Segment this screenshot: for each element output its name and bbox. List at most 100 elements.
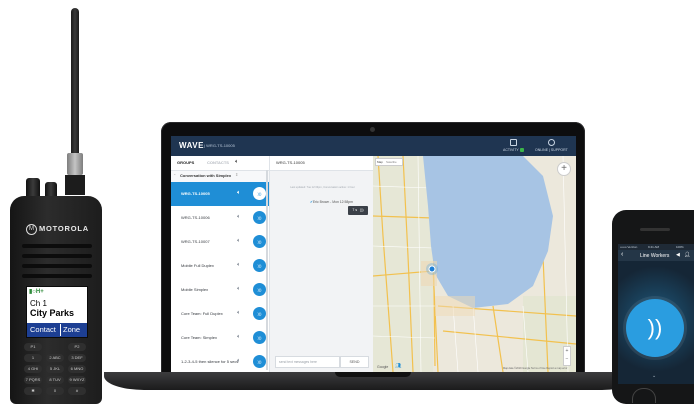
chat-system-note: Last updated: Tue 12:33pm, Conversation … <box>290 186 355 189</box>
conversation-header[interactable]: ⌃ Conversation with Simplex ⇕ <box>171 170 269 182</box>
softkey-divider <box>60 324 61 336</box>
radio-key[interactable]: # <box>68 387 86 395</box>
send-button[interactable]: SEND <box>340 356 369 368</box>
group-row[interactable]: 1-2-3-4-5 then silence for 5 secs 🔈︎))) <box>171 350 269 372</box>
radio-key[interactable]: 9 WXYZ <box>68 376 86 384</box>
radio-key[interactable]: P1 <box>24 343 42 351</box>
group-row[interactable]: WRG-TS-10006 🔈︎))) <box>171 206 269 231</box>
group-ptt-icon[interactable]: ))) <box>253 187 266 200</box>
message-placeholder: send text messages here <box>279 360 317 364</box>
chat-message-text: Eric Brown - Mon 12:58pm <box>312 200 353 204</box>
radio-key[interactable]: 5 JKL <box>46 365 64 373</box>
radio-display: ▮○H+ Ch 1 City Parks Contact Zone <box>26 286 88 338</box>
chat-title: WRG-TS-10005 <box>276 160 305 165</box>
zoom-control[interactable]: + − <box>563 346 571 366</box>
group-volume-icon[interactable]: 🔈︎ <box>237 286 241 293</box>
scrollbar[interactable] <box>266 170 268 370</box>
map-view[interactable]: Map Satellite + + − Google 👥︎ Map data ©2… <box>373 156 576 372</box>
group-row[interactable]: WRG-TS-10007 🔈︎))) <box>171 230 269 255</box>
group-name: WRG-TS-10006 <box>181 215 210 220</box>
group-volume-icon[interactable]: 🔈︎ <box>237 358 241 365</box>
radio-key[interactable]: 0 <box>46 387 64 395</box>
group-row[interactable]: WRG-TS-10005 🔈︎))) <box>171 182 269 207</box>
chevron-down-icon[interactable]: ⌄ <box>652 373 656 379</box>
radio-antenna-ring <box>67 153 83 175</box>
group-ptt-icon[interactable]: ))) <box>253 307 266 320</box>
support-button[interactable]: ONLINE | SUPPORT <box>535 139 568 152</box>
group-row[interactable]: Mobile Full Duplex 🔈︎))) <box>171 254 269 279</box>
push-to-talk-button[interactable]: )) <box>626 299 684 357</box>
radio-key[interactable]: 6 MNO <box>68 365 86 373</box>
group-volume-icon[interactable]: 🔈︎ <box>237 214 241 221</box>
group-ptt-icon[interactable]: ))) <box>253 211 266 224</box>
volume-icon[interactable]: 🔈︎ <box>235 159 239 166</box>
carrier: •••oo Verizon <box>620 245 638 249</box>
softkey-contact[interactable]: Contact <box>30 325 56 334</box>
radio-key[interactable]: 8 TUV <box>46 376 64 384</box>
group-volume-icon[interactable]: 🔈︎ <box>237 310 241 317</box>
phone-earpiece <box>640 228 670 231</box>
radio-key[interactable]: ✱ <box>24 387 42 395</box>
group-volume-icon[interactable]: 🔈︎ <box>237 190 241 197</box>
collapse-icon: ⌃ <box>173 173 177 178</box>
softkey-zone[interactable]: Zone <box>63 325 80 334</box>
group-name: Mobile Simplex <box>181 287 209 292</box>
message-input[interactable]: send text messages here <box>275 356 340 368</box>
activity-button[interactable]: ACTIVITY <box>503 139 524 153</box>
group-row[interactable]: Core Team: Simplex 🔈︎))) <box>171 326 269 351</box>
tab-groups[interactable]: GROUPS <box>177 160 194 165</box>
group-row[interactable]: Core Team: Full Duplex 🔈︎))) <box>171 302 269 327</box>
map-type-map[interactable]: Map <box>377 160 383 164</box>
speaker-icon[interactable]: ◀︎ <box>676 252 680 258</box>
play-voice-icon: ))) <box>360 208 364 212</box>
radio-channel: Ch 1 <box>30 299 47 308</box>
wave-app-screen: WAVE | WRG-TS-10005 ACTIVITY ONLINE | SU… <box>171 136 576 372</box>
group-row[interactable]: Mobile Simplex 🔈︎))) <box>171 278 269 303</box>
map-type-satellite[interactable]: Satellite <box>386 160 397 164</box>
group-ptt-icon[interactable]: ))) <box>253 355 266 368</box>
group-volume-icon[interactable]: 🔈︎ <box>237 334 241 341</box>
group-ptt-icon[interactable]: ))) <box>253 259 266 272</box>
radio-speaker-grille <box>22 274 92 278</box>
radio-key[interactable]: 4 GHI <box>24 365 42 373</box>
group-ptt-icon[interactable]: ))) <box>253 235 266 248</box>
wave-logo[interactable]: WAVE <box>179 141 204 150</box>
group-ptt-icon[interactable]: ))) <box>253 283 266 296</box>
map-canvas <box>373 156 576 372</box>
wave-header-subtitle: | WRG-TS-10005 <box>204 143 235 148</box>
people-icon[interactable]: 👥︎ <box>395 363 401 369</box>
laptop-notch <box>335 372 411 377</box>
map-type-toggle[interactable]: Map Satellite <box>375 158 403 166</box>
zoom-in-button[interactable]: + <box>557 162 571 176</box>
activity-label: ACTIVITY <box>503 148 519 152</box>
phone-home-button[interactable] <box>632 388 656 403</box>
phone-screen: •••oo Verizon 9:41 AM 100% ‹ Line Worker… <box>618 244 694 384</box>
add-user-icon[interactable]: 👤︎ <box>684 252 690 258</box>
radio-status-icons: ▮○H+ <box>29 289 44 295</box>
google-logo: Google <box>377 365 389 369</box>
group-volume-icon[interactable]: 🔈︎ <box>237 238 241 245</box>
map-credit[interactable]: Map data ©2019 Google Terms of Use Repor… <box>503 367 567 370</box>
tab-contacts[interactable]: CONTACTS <box>207 160 229 165</box>
phone-nav-bar: ‹ Line Workers ◀︎ 👤︎ <box>618 250 694 261</box>
chat-header: WRG-TS-10005 <box>270 156 373 171</box>
radio-antenna <box>71 8 79 158</box>
motorola-logo-icon: M <box>26 224 37 235</box>
sort-icon[interactable]: ⇕ <box>235 172 238 177</box>
radio-key[interactable]: 3 DEF <box>68 354 86 362</box>
status-green-icon <box>519 148 524 153</box>
radio-key[interactable]: 1 <box>24 354 42 362</box>
radio-speaker-grille <box>22 244 92 248</box>
group-ptt-icon[interactable]: ))) <box>253 331 266 344</box>
group-volume-icon[interactable]: 🔈︎ <box>237 262 241 269</box>
voice-message-bubble[interactable]: 7 s ))) <box>348 206 368 215</box>
conversation-label: Conversation with Simplex <box>180 173 232 178</box>
radio-brand: MOTOROLA <box>39 224 90 233</box>
phone-ptt-area: )) ⌄ <box>618 261 694 384</box>
radio-key[interactable]: 7 PQRS <box>24 376 42 384</box>
group-name: Core Team: Simplex <box>181 335 217 340</box>
radio-key[interactable]: 2 ABC <box>46 354 64 362</box>
radio-key[interactable]: P2 <box>68 343 86 351</box>
back-icon[interactable]: ‹ <box>621 251 623 258</box>
support-label: ONLINE | SUPPORT <box>535 148 568 152</box>
